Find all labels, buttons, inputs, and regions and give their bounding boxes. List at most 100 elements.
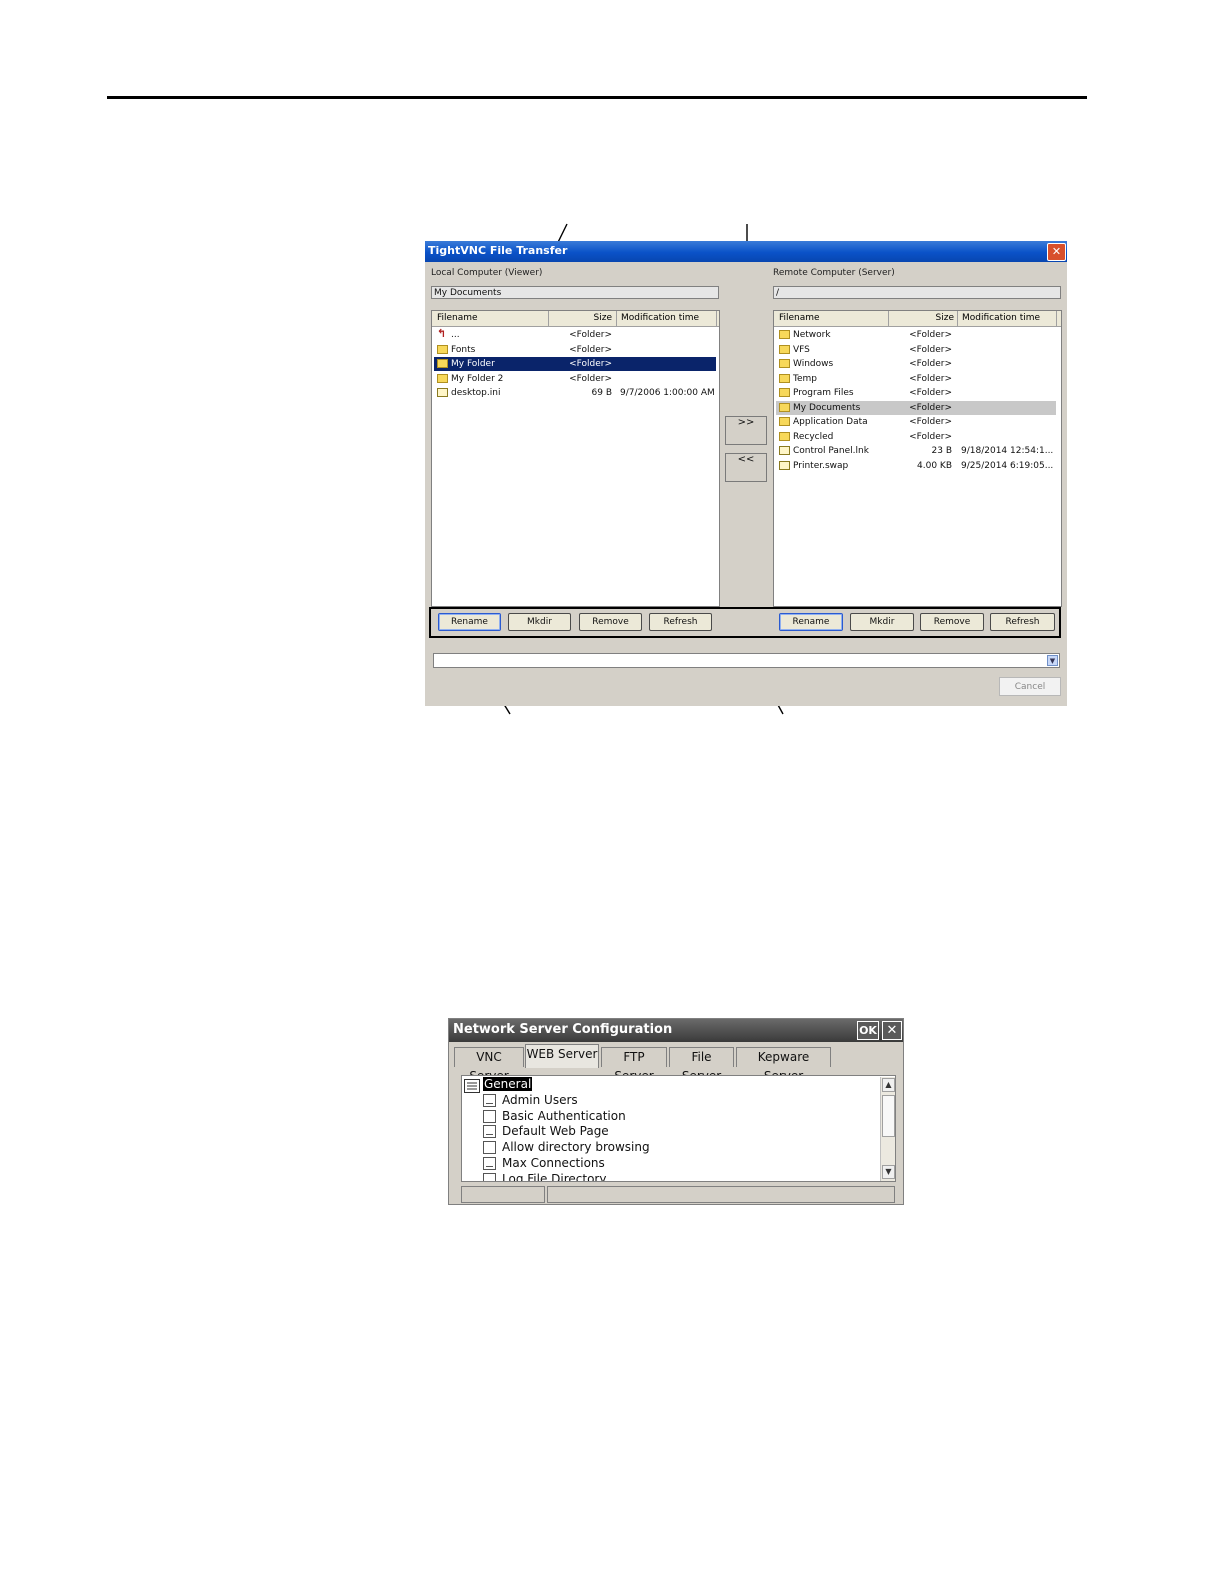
- table-row[interactable]: Temp <Folder>: [776, 372, 1056, 386]
- tree-item[interactable]: Log File Directory: [502, 1172, 606, 1182]
- remote-mkdir-button[interactable]: Mkdir: [850, 613, 914, 631]
- file-size: 4.00 KB: [917, 460, 952, 471]
- local-rename-button[interactable]: Rename: [438, 613, 501, 631]
- file-name: My Folder 2: [451, 373, 504, 384]
- tree-item[interactable]: Default Web Page: [502, 1124, 609, 1138]
- table-row[interactable]: My Documents <Folder>: [776, 400, 1056, 415]
- col-filename[interactable]: Filename: [437, 313, 478, 323]
- tab-kepware-server[interactable]: Kepware Server: [736, 1047, 831, 1083]
- file-icon: [437, 388, 448, 397]
- local-list-header: Filename Size Modification time: [432, 311, 719, 327]
- local-mkdir-button[interactable]: Mkdir: [508, 613, 571, 631]
- tree-item[interactable]: Allow directory browsing: [502, 1140, 650, 1154]
- local-path-field[interactable]: My Documents: [431, 286, 719, 299]
- col-modified[interactable]: Modification time: [962, 313, 1040, 323]
- file-size: <Folder>: [909, 359, 952, 369]
- remote-path-field[interactable]: /: [773, 286, 1061, 299]
- folder-icon: [437, 359, 448, 368]
- remote-refresh-button[interactable]: Refresh: [990, 613, 1055, 631]
- table-row[interactable]: Control Panel.lnk 23 B 9/18/2014 12:54:1..…: [776, 444, 1056, 458]
- checkbox[interactable]: [483, 1141, 496, 1155]
- col-size[interactable]: Size: [552, 313, 612, 323]
- table-row[interactable]: Fonts <Folder>: [434, 343, 716, 357]
- tree-scrollbar[interactable]: ▲ ▼: [880, 1077, 895, 1181]
- cancel-button[interactable]: Cancel: [999, 677, 1061, 696]
- file-name: Recycled: [793, 431, 834, 442]
- local-file-list[interactable]: Filename Size Modification time ↰... <Fol…: [431, 310, 720, 607]
- tree-item[interactable]: Basic Authentication: [502, 1109, 626, 1123]
- file-modified: 9/25/2014 6:19:05...: [961, 460, 1054, 471]
- file-name: desktop.ini: [451, 388, 501, 398]
- checkbox[interactable]: [483, 1156, 496, 1170]
- file-icon: [779, 460, 790, 470]
- tree-item[interactable]: Max Connections: [502, 1156, 605, 1170]
- table-row[interactable]: VFS <Folder>: [776, 343, 1056, 357]
- tab-file-server[interactable]: File Server: [669, 1047, 734, 1083]
- status-pane-right: [547, 1186, 895, 1203]
- upload-button[interactable]: >>: [725, 416, 767, 445]
- file-name: My Folder: [451, 359, 495, 369]
- file-size: <Folder>: [909, 431, 952, 442]
- file-name: Control Panel.lnk: [793, 446, 869, 456]
- up-icon: ↰: [437, 327, 447, 340]
- folder-icon: [779, 330, 790, 339]
- settings-tree[interactable]: General Admin Users Basic Authentication D…: [461, 1075, 896, 1182]
- chevron-up-icon[interactable]: ▲: [882, 1078, 895, 1092]
- tab-web-server[interactable]: WEB Server: [525, 1044, 599, 1068]
- file-size: <Folder>: [909, 330, 952, 340]
- checkbox[interactable]: [483, 1125, 496, 1139]
- checkbox[interactable]: [483, 1172, 496, 1181]
- col-modified[interactable]: Modification time: [621, 313, 699, 323]
- close-button[interactable]: ✕: [1047, 243, 1066, 261]
- file-modified: 9/18/2014 12:54:1...: [961, 446, 1054, 456]
- remote-file-list[interactable]: Filename Size Modification time Network <…: [773, 310, 1062, 607]
- table-row[interactable]: Recycled <Folder>: [776, 430, 1056, 444]
- file-name: Printer.swap: [793, 460, 849, 471]
- list-icon: [464, 1079, 480, 1093]
- file-size: <Folder>: [569, 330, 612, 340]
- tab-ftp-server[interactable]: FTP Server: [601, 1047, 667, 1083]
- table-row[interactable]: Program Files <Folder>: [776, 386, 1056, 400]
- window-title: TightVNC File Transfer: [428, 244, 568, 257]
- table-row[interactable]: My Folder 2 <Folder>: [434, 372, 716, 386]
- file-name: Fonts: [451, 344, 476, 355]
- checkbox[interactable]: [483, 1094, 496, 1107]
- tree-item[interactable]: Admin Users: [502, 1093, 578, 1107]
- file-size: <Folder>: [909, 388, 952, 398]
- file-modified: 9/7/2006 1:00:00 AM: [620, 388, 715, 398]
- folder-icon: [779, 431, 790, 441]
- file-name: Application Data: [793, 417, 868, 427]
- table-row[interactable]: ↰... <Folder>: [434, 327, 716, 342]
- folder-icon: [779, 359, 790, 368]
- remote-rename-button[interactable]: Rename: [779, 613, 843, 631]
- tree-root-general[interactable]: General: [483, 1077, 533, 1091]
- download-button[interactable]: <<: [725, 453, 767, 482]
- remote-remove-button[interactable]: Remove: [920, 613, 984, 631]
- chevron-down-icon[interactable]: ▼: [882, 1165, 895, 1179]
- table-row[interactable]: Network <Folder>: [776, 328, 1056, 342]
- folder-icon: [779, 417, 790, 426]
- file-name: ...: [451, 330, 460, 340]
- file-name: VFS: [793, 344, 810, 355]
- file-name: Program Files: [793, 388, 854, 398]
- close-button[interactable]: ✕: [882, 1021, 902, 1040]
- checkbox[interactable]: [483, 1109, 496, 1123]
- local-remove-button[interactable]: Remove: [579, 613, 642, 631]
- file-name: My Documents: [793, 402, 861, 413]
- chevron-down-icon[interactable]: ▼: [1047, 655, 1058, 666]
- tab-vnc-server[interactable]: VNC Server: [454, 1047, 524, 1083]
- col-size[interactable]: Size: [892, 313, 954, 323]
- file-size: <Folder>: [909, 344, 952, 355]
- ok-button[interactable]: OK: [857, 1021, 879, 1040]
- folder-icon: [779, 388, 790, 397]
- local-refresh-button[interactable]: Refresh: [649, 613, 712, 631]
- scroll-thumb[interactable]: [882, 1095, 895, 1137]
- table-row[interactable]: My Folder <Folder>: [434, 357, 716, 371]
- table-row[interactable]: Application Data <Folder>: [776, 415, 1056, 429]
- table-row[interactable]: Windows <Folder>: [776, 357, 1056, 371]
- table-row[interactable]: Printer.swap 4.00 KB 9/25/2014 6:19:05...: [776, 459, 1056, 473]
- transfer-status-combo[interactable]: ▼: [433, 653, 1060, 668]
- file-size: <Folder>: [909, 402, 952, 413]
- table-row[interactable]: desktop.ini 69 B 9/7/2006 1:00:00 AM: [434, 386, 716, 400]
- col-filename[interactable]: Filename: [779, 313, 820, 323]
